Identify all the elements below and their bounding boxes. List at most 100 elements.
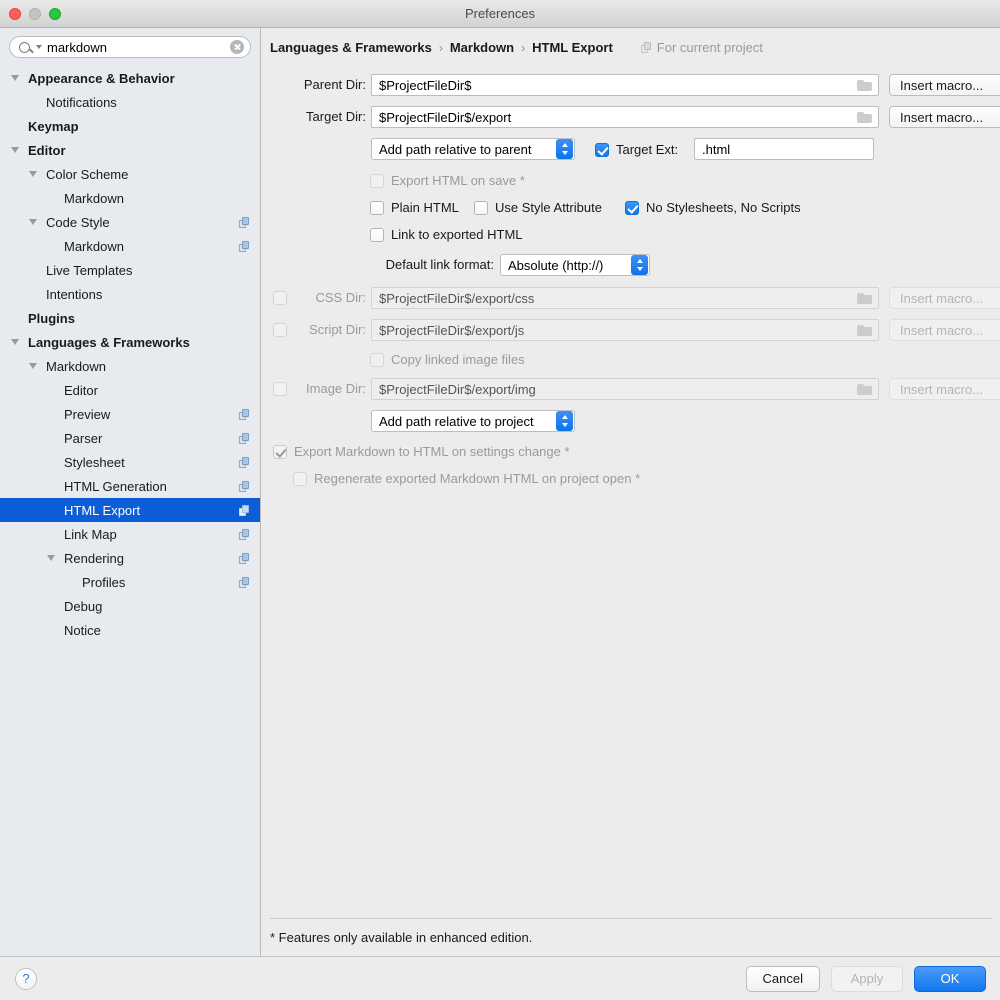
disclosure-triangle-icon[interactable] bbox=[47, 555, 55, 561]
stepper-arrows-icon[interactable] bbox=[631, 255, 648, 275]
ok-button[interactable]: OK bbox=[914, 965, 986, 992]
sidebar-item-link-map[interactable]: Link Map bbox=[0, 522, 260, 546]
dialog-footer: ? Cancel Apply OK bbox=[0, 956, 1000, 1000]
copy-icon bbox=[239, 240, 250, 252]
sidebar-item-preview[interactable]: Preview bbox=[0, 402, 260, 426]
copy-icon bbox=[239, 552, 250, 564]
parent-dir-value: $ProjectFileDir$ bbox=[379, 77, 472, 93]
sidebar-item-label: Appearance & Behavior bbox=[28, 70, 175, 86]
sidebar-item-stylesheet[interactable]: Stylesheet bbox=[0, 450, 260, 474]
folder-icon[interactable] bbox=[857, 111, 872, 123]
disclosure-triangle-icon[interactable] bbox=[29, 363, 37, 369]
target-ext-field[interactable]: .html bbox=[694, 138, 874, 160]
search-input[interactable] bbox=[47, 39, 230, 55]
sidebar-item-rendering[interactable]: Rendering bbox=[0, 546, 260, 570]
parent-dir-insert-macro-button[interactable]: Insert macro... bbox=[889, 74, 1000, 96]
sidebar-item-label: HTML Generation bbox=[64, 478, 167, 494]
scope-label: For current project bbox=[656, 40, 763, 55]
sidebar-item-appearance-behavior[interactable]: Appearance & Behavior bbox=[0, 66, 260, 90]
disclosure-triangle-icon[interactable] bbox=[29, 171, 37, 177]
disclosure-triangle-icon[interactable] bbox=[11, 339, 19, 345]
help-button[interactable]: ? bbox=[15, 967, 37, 990]
plain-html-checkbox[interactable]: Plain HTML bbox=[370, 200, 459, 215]
copy-icon bbox=[239, 576, 250, 588]
checkbox-box bbox=[273, 291, 287, 305]
footnote-text: * Features only available in enhanced ed… bbox=[270, 930, 533, 945]
close-window-button[interactable] bbox=[9, 7, 21, 20]
target-dir-field[interactable]: $ProjectFileDir$/export bbox=[371, 106, 879, 128]
sidebar-item-profiles[interactable]: Profiles bbox=[0, 570, 260, 594]
stepper-arrows-icon[interactable] bbox=[556, 411, 573, 431]
maximize-window-button[interactable] bbox=[49, 7, 61, 20]
sidebar-item-languages-frameworks[interactable]: Languages & Frameworks bbox=[0, 330, 260, 354]
breadcrumb-separator: › bbox=[521, 40, 526, 55]
sidebar-item-keymap[interactable]: Keymap bbox=[0, 114, 260, 138]
regenerate-on-open-checkbox: Regenerate exported Markdown HTML on pro… bbox=[293, 471, 640, 486]
stepper-arrows-icon[interactable] bbox=[556, 139, 573, 159]
parent-dir-field[interactable]: $ProjectFileDir$ bbox=[371, 74, 879, 96]
checkbox-box bbox=[273, 444, 287, 459]
sidebar-item-parser[interactable]: Parser bbox=[0, 426, 260, 450]
disclosure-triangle-icon[interactable] bbox=[11, 147, 19, 153]
checkbox-box bbox=[370, 200, 384, 215]
path-relative-project-select[interactable]: Add path relative to project bbox=[371, 410, 575, 432]
image-dir-checkbox bbox=[273, 382, 287, 396]
copy-linked-images-checkbox: Copy linked image files bbox=[370, 352, 525, 367]
target-dir-insert-macro-button[interactable]: Insert macro... bbox=[889, 106, 1000, 128]
sidebar-item-code-style[interactable]: Code Style bbox=[0, 210, 260, 234]
sidebar-item-markdown[interactable]: Markdown bbox=[0, 354, 260, 378]
sidebar-item-debug[interactable]: Debug bbox=[0, 594, 260, 618]
sidebar-item-label: Markdown bbox=[64, 190, 124, 206]
link-to-exported-checkbox[interactable]: Link to exported HTML bbox=[370, 227, 523, 242]
settings-tree: Appearance & Behavior Notifications Keymap… bbox=[0, 64, 260, 642]
image-dir-row: Image Dir: $ProjectFileDir$/export/img I… bbox=[262, 378, 1000, 410]
clear-search-icon[interactable] bbox=[230, 40, 244, 54]
sidebar-item-editor[interactable]: Editor bbox=[0, 378, 260, 402]
copy-icon bbox=[239, 528, 250, 540]
use-style-attribute-checkbox[interactable]: Use Style Attribute bbox=[474, 200, 602, 215]
cancel-button[interactable]: Cancel bbox=[745, 965, 820, 992]
copy-icon bbox=[640, 42, 652, 53]
minimize-window-button[interactable] bbox=[29, 7, 41, 20]
breadcrumb-item-0[interactable]: Languages & Frameworks bbox=[270, 40, 432, 55]
script-dir-row: Script Dir: $ProjectFileDir$/export/js I… bbox=[262, 319, 1000, 349]
image-dir-label: Image Dir: bbox=[306, 381, 366, 396]
css-dir-row: CSS Dir: $ProjectFileDir$/export/css Ins… bbox=[262, 287, 1000, 319]
sidebar-item-label: HTML Export bbox=[64, 502, 141, 518]
breadcrumb-item-1[interactable]: Markdown bbox=[450, 40, 514, 55]
target-dir-value: $ProjectFileDir$/export bbox=[379, 109, 512, 125]
no-stylesheets-checkbox[interactable]: No Stylesheets, No Scripts bbox=[625, 200, 801, 215]
target-ext-checkbox[interactable]: Target Ext: bbox=[595, 142, 678, 157]
scope-indicator: For current project bbox=[640, 40, 763, 55]
path-relative-parent-select[interactable]: Add path relative to parent bbox=[371, 138, 575, 160]
sidebar-item-html-export[interactable]: HTML Export bbox=[0, 498, 260, 522]
copy-icon bbox=[239, 480, 250, 492]
checkbox-box bbox=[370, 173, 384, 188]
folder-icon[interactable] bbox=[857, 79, 872, 91]
sidebar-item-label: Notice bbox=[64, 622, 101, 638]
sidebar-item-notice[interactable]: Notice bbox=[0, 618, 260, 642]
path-relative-parent-value: Add path relative to parent bbox=[379, 141, 532, 157]
breadcrumb-item-2[interactable]: HTML Export bbox=[532, 40, 613, 55]
sidebar-item-html-generation[interactable]: HTML Generation bbox=[0, 474, 260, 498]
disclosure-triangle-icon[interactable] bbox=[11, 75, 19, 81]
default-link-format-select[interactable]: Absolute (http://) bbox=[500, 254, 650, 276]
sidebar-item-markdown[interactable]: Markdown bbox=[0, 186, 260, 210]
sidebar-item-editor[interactable]: Editor bbox=[0, 138, 260, 162]
chevron-down-icon[interactable] bbox=[36, 45, 42, 49]
html-style-options-row: Plain HTML Use Style Attribute No Styles… bbox=[262, 197, 1000, 224]
breadcrumb: Languages & Frameworks › Markdown › HTML… bbox=[270, 40, 763, 55]
folder-icon bbox=[857, 292, 872, 304]
disclosure-triangle-icon[interactable] bbox=[29, 219, 37, 225]
html-export-form: Parent Dir: $ProjectFileDir$ Insert macr… bbox=[262, 74, 1000, 495]
sidebar-item-live-templates[interactable]: Live Templates bbox=[0, 258, 260, 282]
sidebar-item-label: Keymap bbox=[28, 118, 79, 134]
sidebar-item-intentions[interactable]: Intentions bbox=[0, 282, 260, 306]
script-dir-label: Script Dir: bbox=[308, 322, 366, 337]
sidebar-item-color-scheme[interactable]: Color Scheme bbox=[0, 162, 260, 186]
sidebar-item-notifications[interactable]: Notifications bbox=[0, 90, 260, 114]
checkbox-box bbox=[293, 471, 307, 486]
sidebar-item-markdown[interactable]: Markdown bbox=[0, 234, 260, 258]
search-box[interactable] bbox=[9, 36, 251, 58]
sidebar-item-plugins[interactable]: Plugins bbox=[0, 306, 260, 330]
